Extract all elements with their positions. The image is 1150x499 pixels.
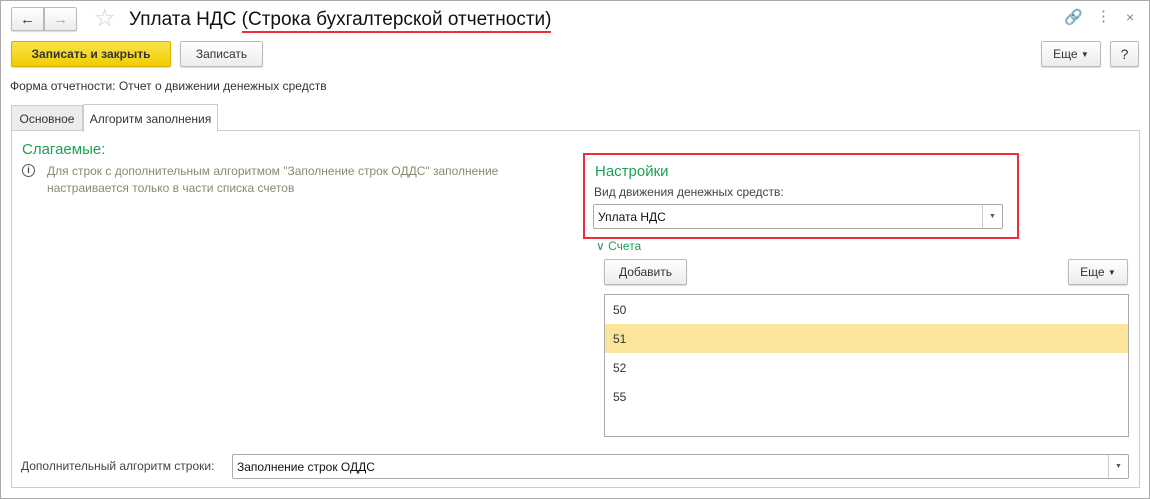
cash-flow-type-value: Уплата НДС [598,209,666,224]
dropdown-arrow-icon[interactable]: ▼ [1108,455,1128,478]
dropdown-arrow-icon[interactable]: ▼ [982,205,1002,228]
star-icon[interactable]: ☆ [94,4,116,33]
forward-button[interactable]: → [44,7,77,31]
help-button[interactable]: ? [1110,41,1139,67]
extra-algorithm-value: Заполнение строк ОДДС [237,459,375,474]
info-icon: i [22,164,35,177]
summands-title: Слагаемые: [22,141,106,158]
cash-flow-type-label: Вид движения денежных средств: [594,185,784,199]
accounts-group-toggle[interactable]: ∨ Счета [596,239,641,253]
accounts-list[interactable]: 50 51 52 55 [604,294,1129,437]
settings-title: Настройки [595,163,669,180]
cash-flow-type-select[interactable]: Уплата НДС ▼ [593,204,1003,229]
tab-fill-algorithm[interactable]: Алгоритм заполнения [83,104,218,132]
account-row[interactable]: 51 [605,324,1128,353]
save-close-button[interactable]: Записать и закрыть [11,41,171,67]
close-icon[interactable]: × [1126,9,1134,25]
more-label: Еще [1053,47,1078,61]
accounts-more-button[interactable]: Еще ▼ [1068,259,1128,285]
account-row[interactable]: 50 [605,295,1128,324]
page-title: Уплата НДС (Строка бухгалтерской отчетно… [129,9,552,33]
account-row[interactable]: 55 [605,382,1128,411]
link-icon[interactable]: 🔗 [1064,8,1083,26]
report-form-label: Форма отчетности: Отчет о движении денеж… [10,79,327,93]
more-vert-icon[interactable]: ⋮ [1096,7,1111,25]
accounts-title: Счета [608,239,642,253]
back-button[interactable]: ← [11,7,44,31]
extra-algorithm-select[interactable]: Заполнение строк ОДДС ▼ [232,454,1129,479]
tab-main[interactable]: Основное [11,105,83,131]
add-account-button[interactable]: Добавить [604,259,687,285]
summands-info: Для строк с дополнительным алгоритмом "З… [47,164,499,195]
save-button[interactable]: Записать [180,41,263,67]
chevron-down-icon: ∨ [596,239,605,253]
accounts-more-label: Еще [1080,265,1105,279]
title-suffix: (Строка бухгалтерской отчетности) [241,9,552,33]
account-row[interactable]: 52 [605,353,1128,382]
extra-algorithm-label: Дополнительный алгоритм строки: [21,459,215,473]
title-main: Уплата НДС [129,9,237,30]
more-button[interactable]: Еще ▼ [1041,41,1101,67]
